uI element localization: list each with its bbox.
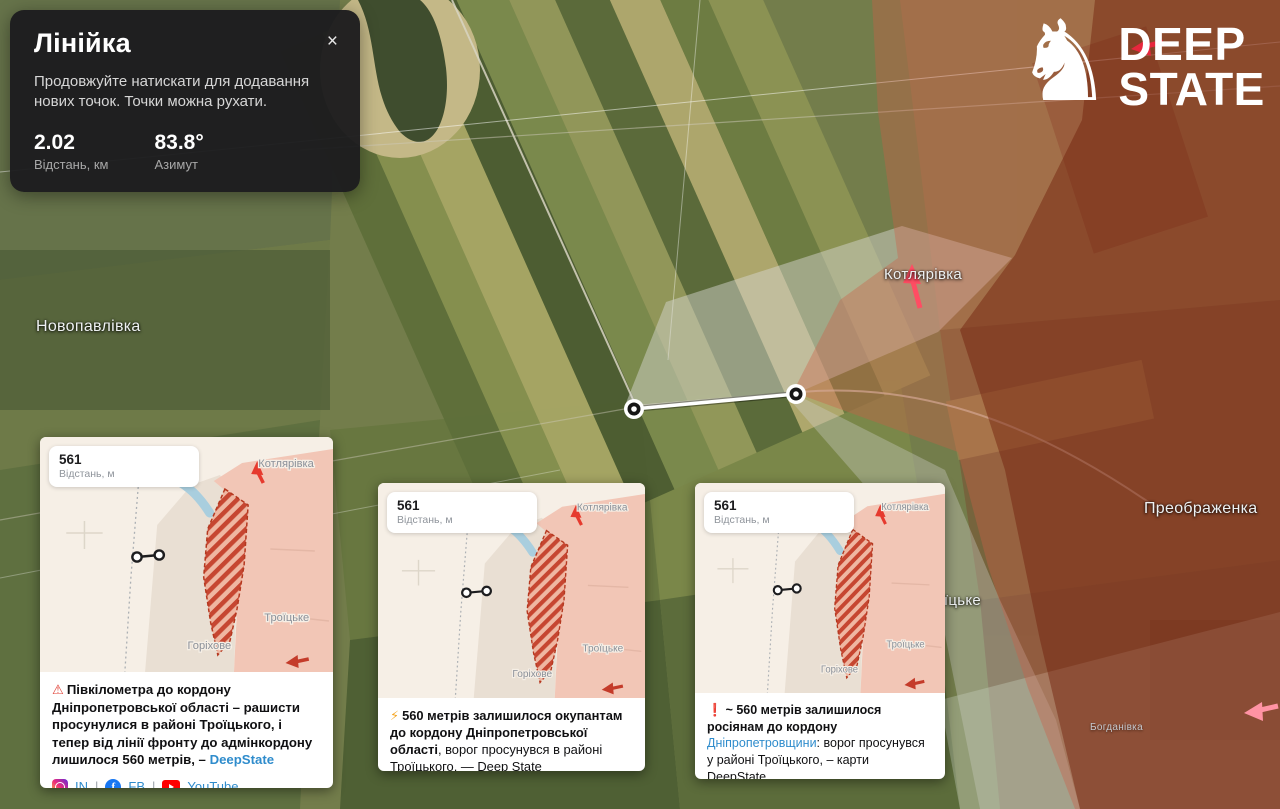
region-link[interactable]: Дніпропетровщини bbox=[707, 736, 817, 750]
post-1-minimap: Котлярівка Троїцьке Горіхове 561 Відстан… bbox=[40, 437, 333, 672]
distance-label: Відстань, км bbox=[34, 157, 108, 172]
facebook-icon[interactable] bbox=[105, 779, 121, 788]
ruler-panel: Лінійка × Продовжуйте натискати для дода… bbox=[10, 10, 360, 192]
svg-text:Котлярівка: Котлярівка bbox=[258, 458, 314, 470]
chess-knight-icon: ♞ bbox=[1014, 6, 1114, 118]
close-icon[interactable]: × bbox=[327, 32, 338, 51]
ruler-point-a[interactable] bbox=[624, 399, 644, 419]
deepstate-logo: ♞ DEEP STATE bbox=[1014, 8, 1265, 118]
distance-value: 2.02 bbox=[34, 131, 108, 155]
ruler-point-b[interactable] bbox=[786, 384, 806, 404]
svg-text:Троїцьке: Троїцьке bbox=[582, 643, 623, 654]
post-2-text: ⚡560 метрів залишилося окупантам до корд… bbox=[390, 707, 633, 771]
svg-text:Котлярівка: Котлярівка bbox=[881, 502, 929, 513]
facebook-link[interactable]: FB bbox=[128, 779, 145, 788]
exclamation-icon: ❗ bbox=[707, 703, 723, 717]
youtube-icon[interactable] bbox=[162, 780, 180, 788]
post-2-minimap: Котлярівка Троїцьке Горіхове 561 Відстан… bbox=[378, 483, 645, 698]
post-1-text: ⚠Півкілометра до кордону Дніпропетровськ… bbox=[52, 681, 321, 769]
lightning-icon: ⚡ bbox=[390, 708, 399, 723]
svg-text:Горіхове: Горіхове bbox=[821, 664, 858, 675]
azimuth-label: Азимут bbox=[154, 157, 203, 172]
post-card-2: Котлярівка Троїцьке Горіхове 561 Відстан… bbox=[378, 483, 645, 771]
minimap-ruler-readout: 561 Відстань, м bbox=[704, 492, 854, 533]
logo-line1: DEEP bbox=[1118, 22, 1264, 67]
svg-text:Горіхове: Горіхове bbox=[512, 669, 552, 680]
azimuth-value: 83.8° bbox=[154, 131, 203, 155]
svg-text:Троїцьке: Троїцьке bbox=[886, 639, 924, 650]
ruler-panel-title: Лінійка bbox=[34, 28, 336, 59]
distance-stat: 2.02 Відстань, км bbox=[34, 131, 108, 172]
deepstate-link[interactable]: DeepState bbox=[210, 752, 275, 767]
instagram-icon[interactable] bbox=[52, 779, 68, 788]
post-3-text: ❗~ 560 метрів залишилося росіянам до кор… bbox=[707, 702, 933, 779]
post-card-3: Котлярівка Троїцьке Горіхове 561 Відстан… bbox=[695, 483, 945, 779]
svg-text:Горіхове: Горіхове bbox=[188, 640, 232, 652]
warning-icon: ⚠ bbox=[52, 682, 64, 697]
post-3-minimap: Котлярівка Троїцьке Горіхове 561 Відстан… bbox=[695, 483, 945, 693]
post-card-1: Котлярівка Троїцьке Горіхове 561 Відстан… bbox=[40, 437, 333, 788]
deepstate-map-app: Новопавлівка Котлярівка Преображенка Тро… bbox=[0, 0, 1280, 809]
youtube-link[interactable]: YouTube bbox=[187, 779, 238, 788]
ruler-panel-description: Продовжуйте натискати для додавання нови… bbox=[34, 72, 336, 113]
svg-text:Троїцьке: Троїцьке bbox=[264, 612, 309, 624]
minimap-ruler-readout: 561 Відстань, м bbox=[387, 492, 537, 533]
svg-text:Котлярівка: Котлярівка bbox=[577, 502, 628, 513]
instagram-link[interactable]: IN bbox=[75, 779, 88, 788]
minimap-ruler-readout: 561 Відстань, м bbox=[49, 446, 199, 487]
social-links: IN | FB | YouTube bbox=[52, 779, 321, 788]
logo-line2: STATE bbox=[1118, 67, 1264, 112]
azimuth-stat: 83.8° Азимут bbox=[154, 131, 203, 172]
